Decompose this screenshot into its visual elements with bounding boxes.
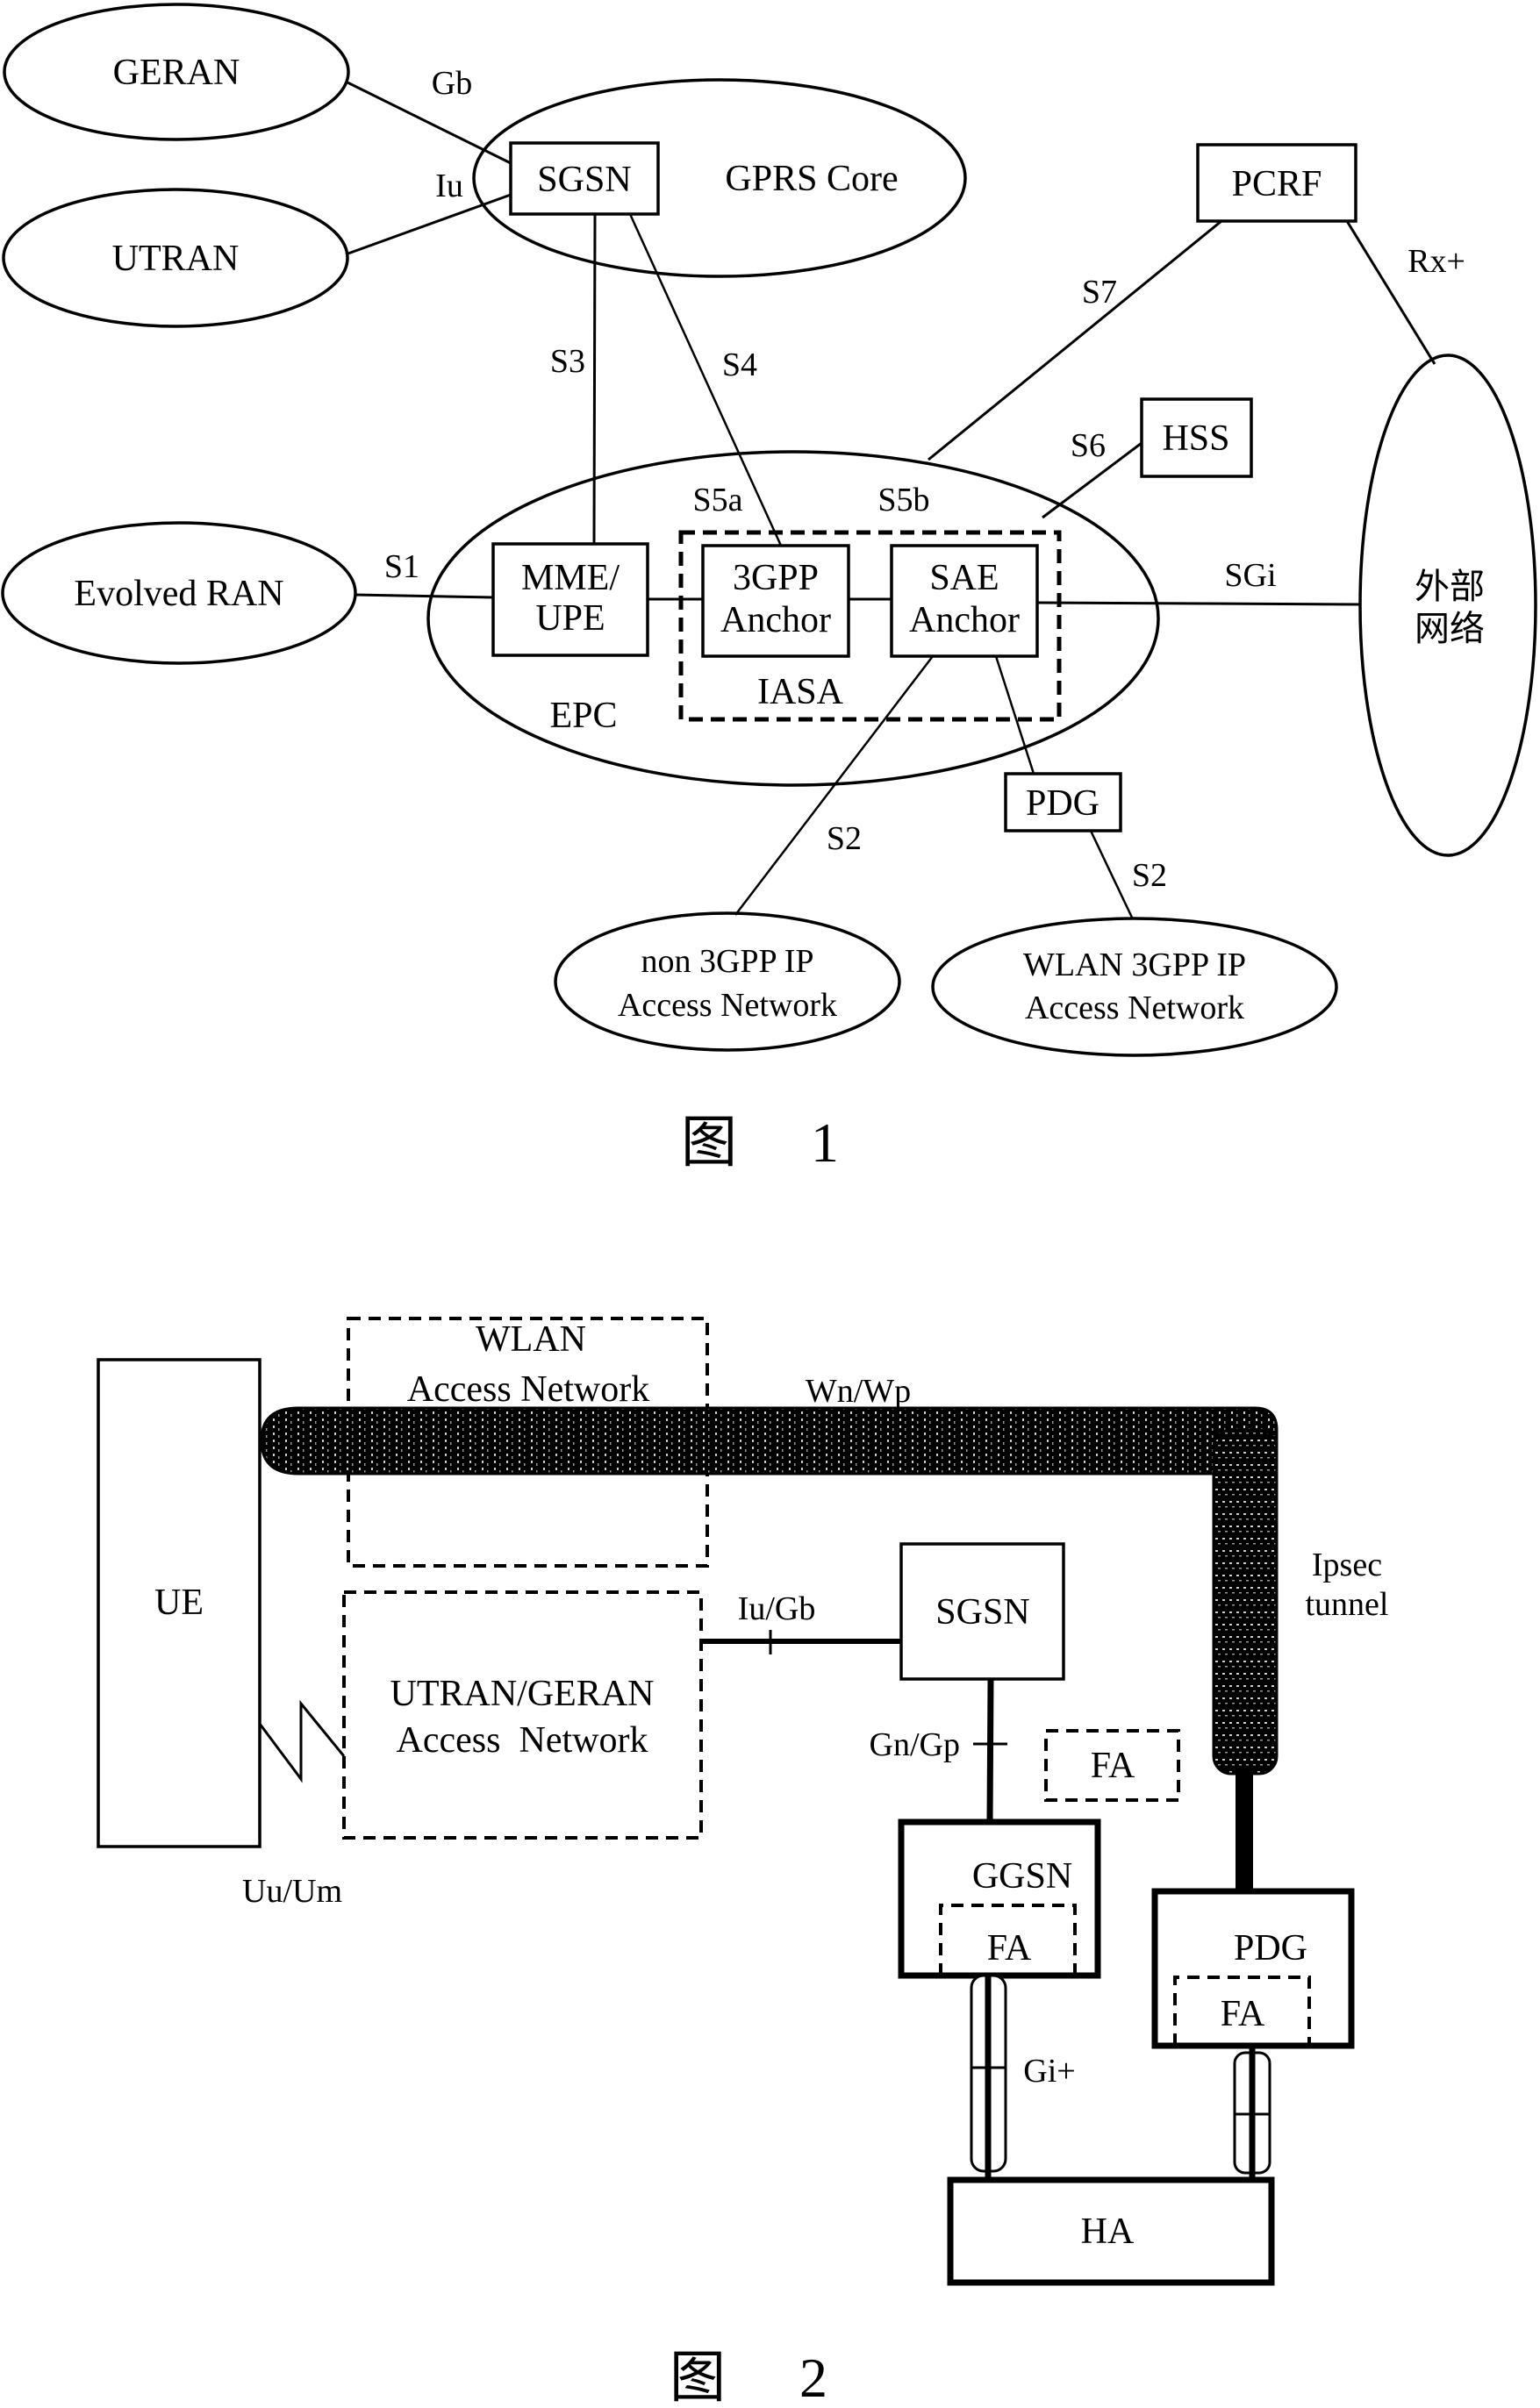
fa-standalone-label: FA: [1091, 1746, 1135, 1786]
ue-label: UE: [154, 1583, 204, 1623]
ggsn-fa-label: FA: [987, 1928, 1032, 1969]
utran-geran-label-1: UTRAN/GERAN: [390, 1674, 655, 1714]
wlan-label-1: WLAN: [476, 1319, 586, 1360]
s7-interface-label: S7: [1082, 274, 1117, 311]
figure-1-caption-number: 1: [811, 1111, 839, 1174]
pdg-label: PDG: [1026, 783, 1099, 824]
gi-plus-tunnel-left: [970, 1974, 1007, 2182]
gprs-core-label: GPRS Core: [725, 159, 898, 199]
iasa-label: IASA: [757, 672, 844, 712]
s2-left-interface-label: S2: [827, 820, 862, 857]
sgi-link: [1036, 601, 1362, 606]
utran-geran-label-2: Access Network: [397, 1720, 648, 1761]
figure-1: GERAN UTRAN GPRS Core SGSN PCRF HSS Evol…: [1, 3, 1537, 1174]
figure-2-caption-prefix: 图: [670, 2347, 726, 2408]
s2-right-interface-label: S2: [1132, 857, 1167, 894]
s2-right-link: [1089, 830, 1135, 920]
hss-label: HSS: [1162, 418, 1229, 459]
wlan3gpp-access-cloud: [931, 917, 1338, 1057]
sae-anchor-label-2: Anchor: [909, 600, 1020, 640]
utran-label: UTRAN: [112, 239, 240, 279]
radio-link-zigzag: [258, 1699, 346, 1783]
iu-link: [345, 193, 512, 256]
patent-figures: GERAN UTRAN GPRS Core SGSN PCRF HSS Evol…: [1, 3, 1537, 2408]
anchor-3gpp-label-2: Anchor: [720, 600, 831, 640]
gn-gp-interface-label: Gn/Gp: [870, 1726, 960, 1763]
non3gpp-access-cloud: [554, 911, 901, 1052]
utran-geran-access-network-boundary: [342, 1590, 703, 1840]
wlan3gpp-label-1: WLAN 3GPP IP: [1023, 947, 1246, 983]
ipsec-tunnel-stem: [1236, 1770, 1253, 1893]
s1-link: [354, 593, 494, 599]
evolved-ran-label: Evolved RAN: [74, 574, 283, 614]
ha-label: HA: [1081, 2212, 1135, 2252]
s5a-interface-label: S5a: [693, 482, 743, 518]
geran-label: GERAN: [113, 53, 240, 93]
uu-um-interface-label: Uu/Um: [242, 1873, 342, 1910]
gb-interface-label: Gb: [432, 65, 472, 102]
mme-upe-label-2: UPE: [535, 598, 605, 639]
s3-interface-label: S3: [550, 343, 585, 380]
rx-plus-interface-label: Rx+: [1407, 243, 1465, 280]
figure-2: UE WLAN Access Network UTRAN/GERAN Acces…: [97, 1317, 1389, 2408]
non3gpp-label-1: non 3GPP IP: [641, 943, 813, 980]
iu-interface-label: Iu: [435, 168, 463, 204]
anchor-3gpp-label-1: 3GPP: [733, 558, 819, 598]
sae-anchor-label-1: SAE: [929, 558, 999, 598]
wlan3gpp-label-2: Access Network: [1025, 990, 1244, 1026]
wlan-label-2: Access Network: [407, 1369, 649, 1410]
pcrf-label: PCRF: [1232, 164, 1322, 204]
epc-label: EPC: [549, 696, 617, 736]
pdg-label: PDG: [1234, 1928, 1307, 1969]
ipsec-tunnel-label-1: Ipsec: [1312, 1547, 1382, 1583]
ipsec-tunnel-horizontal: [260, 1406, 1279, 1476]
mme-upe-label-1: MME/: [521, 558, 620, 598]
ipsec-tunnel-label-2: tunnel: [1306, 1586, 1389, 1623]
figure-1-caption-prefix: 图: [681, 1111, 737, 1174]
s5b-interface-label: S5b: [877, 482, 929, 518]
non3gpp-label-2: Access Network: [618, 987, 837, 1024]
ggsn-label: GGSN: [972, 1856, 1072, 1897]
s6-interface-label: S6: [1071, 427, 1106, 464]
figure-2-caption-number: 2: [799, 2347, 827, 2408]
gi-plus-interface-label: Gi+: [1023, 2053, 1075, 2090]
sgsn-label: SGSN: [935, 1592, 1029, 1633]
gi-plus-tunnel-right: [1233, 2046, 1271, 2182]
s4-interface-label: S4: [722, 347, 757, 383]
external-network-label-1: 外部: [1415, 567, 1485, 607]
ipsec-tunnel-vertical: [1212, 1428, 1279, 1776]
gb-link: [347, 81, 512, 165]
sgi-interface-label: SGi: [1224, 557, 1276, 594]
iu-gb-interface-label: Iu/Gb: [738, 1590, 816, 1627]
pdg-fa-label: FA: [1221, 1994, 1265, 2034]
sgsn-label: SGSN: [537, 160, 631, 200]
s1-interface-label: S1: [384, 548, 419, 585]
external-network-label-2: 网络: [1415, 609, 1485, 649]
gn-gp-link: [986, 1678, 994, 1823]
wn-wp-interface-label: Wn/Wp: [806, 1373, 911, 1410]
